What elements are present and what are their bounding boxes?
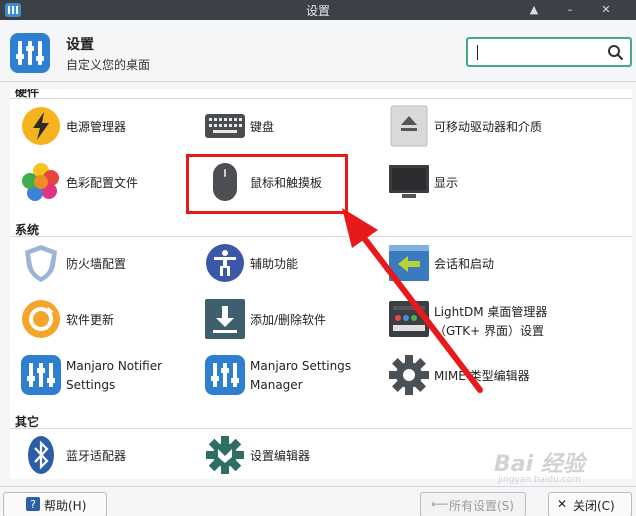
item-label: 防火墙配置 — [66, 257, 127, 271]
search-icon[interactable] — [607, 44, 624, 61]
item-manjaro-notifier[interactable]: Manjaro Notifier Settings — [20, 354, 206, 398]
bottom-bar: ? 帮助(H) ⟵ 所有设置(S) ✕ 关闭(C) — [0, 486, 636, 516]
item-power-manager[interactable]: 电源管理器 — [20, 105, 206, 149]
item-display[interactable]: 显示 — [388, 161, 574, 205]
close-button[interactable]: ✕ 关闭(C) — [548, 492, 632, 516]
page-title: 设置 — [66, 37, 94, 53]
item-label: 软件更新 — [66, 313, 115, 327]
eject-drive-icon — [390, 105, 428, 147]
watermark-text: Bai 经验 — [494, 452, 585, 477]
item-label: 辅助功能 — [250, 257, 299, 271]
shade-button[interactable]: ▲ — [526, 2, 542, 18]
item-color-profiles[interactable]: 色彩配置文件 — [20, 161, 206, 205]
close-window-button[interactable]: ✕ — [598, 2, 614, 18]
highlight-box — [186, 154, 348, 214]
item-label: 蓝牙适配器 — [66, 449, 127, 463]
power-icon — [22, 107, 60, 145]
manjaro-icon — [205, 355, 245, 395]
page-subtitle: 自定义您的桌面 — [66, 58, 151, 72]
color-profile-icon — [22, 163, 59, 201]
close-icon: ✕ — [557, 497, 568, 511]
all-settings-button[interactable]: ⟵ 所有设置(S) — [420, 492, 526, 516]
item-label: 色彩配置文件 — [66, 176, 139, 190]
item-bluetooth[interactable]: 蓝牙适配器 — [20, 434, 206, 478]
help-icon: ? — [26, 497, 40, 511]
item-label: 可移动驱动器和介质 — [434, 120, 543, 134]
update-icon — [22, 300, 60, 338]
title-bar: 设置 ▲ – ✕ — [0, 0, 636, 20]
category-divider — [10, 236, 632, 237]
item-keyboard[interactable]: 键盘 — [204, 105, 390, 149]
settings-editor-icon — [206, 436, 244, 474]
annotation-arrow — [342, 208, 483, 393]
help-button[interactable]: ? 帮助(H) — [3, 492, 107, 516]
accessibility-icon — [206, 244, 244, 282]
search-input[interactable] — [466, 37, 632, 67]
item-label: 设置编辑器 — [250, 449, 311, 463]
manjaro-icon — [21, 355, 61, 395]
item-label-line2: Settings — [66, 378, 116, 392]
svg-text:?: ? — [30, 498, 36, 511]
text-caret — [477, 45, 478, 60]
item-label: 电源管理器 — [66, 120, 127, 134]
settings-window: 设置 ▲ – ✕ 设置 自定义您的桌面 硬件 电源管理器 键盘 可移动驱动器和介… — [0, 0, 636, 516]
item-label: 键盘 — [250, 120, 275, 134]
item-label-line2: Manager — [250, 378, 303, 392]
display-icon — [389, 165, 429, 198]
close-label: 关闭(C) — [573, 499, 615, 513]
item-software-update[interactable]: 软件更新 — [20, 298, 206, 342]
shield-icon — [25, 245, 57, 282]
all-settings-label: 所有设置(S) — [449, 499, 514, 513]
settings-panel[interactable]: 硬件 电源管理器 键盘 可移动驱动器和介质 色彩配置文件 鼠标和触摸板 显示 系… — [10, 89, 632, 479]
help-label: 帮助(H) — [44, 499, 87, 513]
back-arrow-icon: ⟵ — [431, 497, 449, 511]
minimize-button[interactable]: – — [562, 2, 578, 18]
download-icon — [205, 299, 245, 339]
item-firewall[interactable]: 防火墙配置 — [20, 242, 206, 286]
watermark-subtext: jingyan.baidu.com — [498, 475, 582, 485]
watermark: Bai 经验 jingyan.baidu.com — [488, 446, 636, 490]
item-label: 添加/删除软件 — [250, 313, 327, 327]
settings-app-icon — [10, 33, 50, 73]
item-settings-editor[interactable]: 设置编辑器 — [204, 434, 390, 478]
item-label: Manjaro Notifier — [66, 359, 163, 373]
bluetooth-icon — [28, 436, 54, 474]
keyboard-icon — [205, 114, 245, 138]
category-divider — [10, 428, 632, 429]
category-divider — [10, 98, 632, 99]
item-label: 显示 — [434, 176, 459, 190]
header: 设置 自定义您的桌面 — [0, 20, 636, 82]
item-removable-drives[interactable]: 可移动驱动器和介质 — [388, 105, 574, 149]
